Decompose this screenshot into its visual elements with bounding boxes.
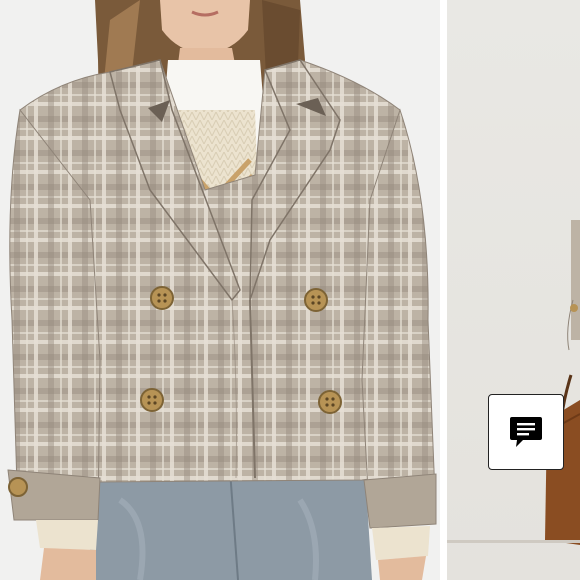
image-divider — [440, 0, 447, 580]
jeans — [88, 470, 372, 580]
product-image-next[interactable] — [447, 0, 580, 580]
floor-line — [447, 540, 580, 543]
chat-bubble-icon — [508, 414, 544, 450]
next-photo — [545, 220, 580, 545]
product-image-main[interactable] — [0, 0, 440, 580]
model-photo — [7, 0, 437, 580]
chat-button[interactable] — [488, 394, 564, 470]
